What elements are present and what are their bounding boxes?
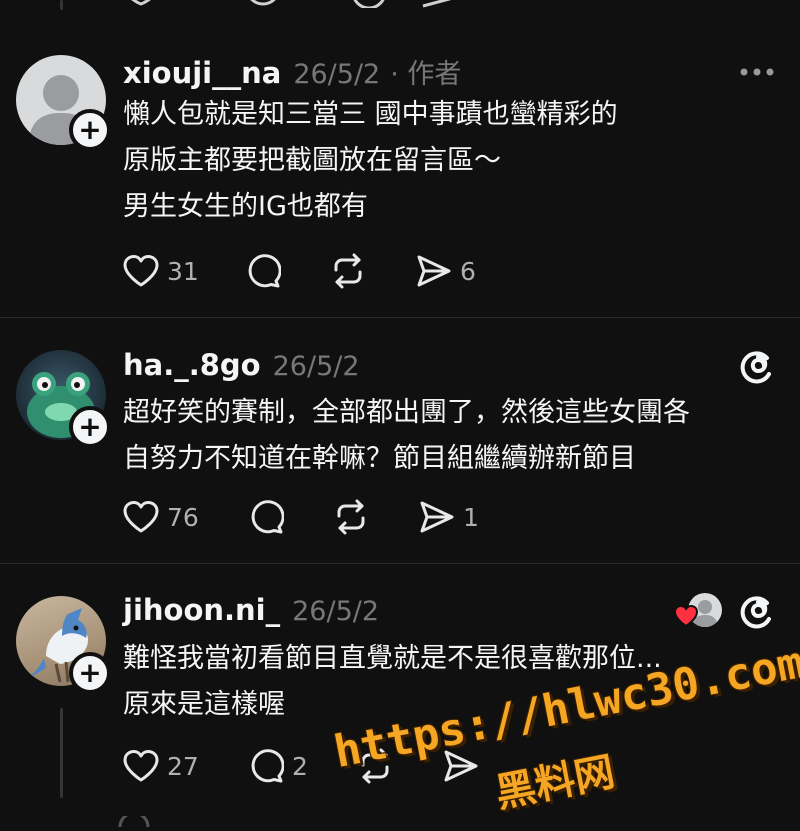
- comment-icon: [251, 500, 284, 534]
- comment-button[interactable]: [245, 251, 281, 291]
- comment-line: 懶人包就是知三當三 國中事蹟也蠻精彩的: [123, 99, 618, 130]
- repost-icon: [337, 499, 365, 535]
- thread-line-top: [60, 0, 63, 10]
- username[interactable]: jihoon.ni_: [123, 593, 280, 627]
- add-follow-icon[interactable]: +: [69, 652, 111, 694]
- comment-line: 原版主都要把截圖放在留言區～: [123, 145, 501, 176]
- comment-line: 超好笑的賽制，全部都出團了，然後這些女團各: [123, 397, 690, 428]
- reply-count: 2: [292, 751, 308, 781]
- repost-button[interactable]: [333, 497, 369, 537]
- share-count: 6: [460, 256, 476, 286]
- comment-text: 懶人包就是知三當三 國中事蹟也蠻精彩的 原版主都要把截圖放在留言區～ 男生女生的IG…: [123, 92, 618, 230]
- comment-button[interactable]: [248, 497, 284, 537]
- like-button[interactable]: 27: [123, 746, 199, 786]
- like-count: 31: [167, 256, 199, 286]
- threads-logo-icon[interactable]: [738, 592, 776, 634]
- comment-date: 26/5/2: [293, 59, 381, 90]
- comment-button[interactable]: 2: [248, 746, 308, 786]
- comment-header: ha._.8go 26/5/2: [123, 348, 360, 382]
- comment-icon: [251, 749, 284, 783]
- comment-header: xiouji__na 26/5/2 · 作者: [123, 52, 461, 91]
- divider: [0, 317, 800, 318]
- more-icon[interactable]: [740, 62, 774, 81]
- comment-line: 男生女生的IG也都有: [123, 191, 368, 222]
- thread-line: [60, 708, 63, 798]
- previous-post-actions-fragment: [123, 0, 483, 10]
- username[interactable]: ha._.8go: [123, 348, 261, 382]
- comment-date: 26/5/2: [292, 596, 380, 627]
- comment-line: 難怪我當初看節目直覺就是不是很喜歡那位...: [123, 643, 662, 674]
- author-badge: · 作者: [390, 59, 462, 90]
- liked-heart-icon: [673, 604, 699, 631]
- comment-line: 自努力不知道在幹嘛？節目組繼續辦新節目: [123, 443, 636, 474]
- heart-icon: [123, 750, 159, 782]
- like-button[interactable]: 31: [123, 251, 199, 291]
- username[interactable]: xiouji__na: [123, 56, 281, 90]
- share-icon: [420, 501, 454, 533]
- heart-icon: [123, 255, 159, 287]
- repost-button[interactable]: [330, 251, 366, 291]
- comment-date: 26/5/2: [272, 351, 360, 382]
- share-button[interactable]: 1: [419, 497, 479, 537]
- share-icon: [417, 255, 451, 287]
- comment-icon: [248, 254, 281, 288]
- add-follow-icon[interactable]: +: [69, 109, 111, 151]
- like-count: 76: [167, 502, 199, 532]
- like-count: 27: [167, 751, 199, 781]
- like-button[interactable]: 76: [123, 497, 199, 537]
- watermark-label: 黑料网: [491, 748, 619, 817]
- share-count: 1: [463, 502, 479, 532]
- add-follow-icon[interactable]: +: [69, 406, 111, 448]
- threads-logo-icon[interactable]: [738, 347, 776, 389]
- repost-icon: [334, 253, 362, 289]
- comment-header: jihoon.ni_ 26/5/2: [123, 593, 379, 627]
- comment-text: 超好笑的賽制，全部都出團了，然後這些女團各 自努力不知道在幹嘛？節目組繼續辦新節目: [123, 390, 690, 482]
- share-button[interactable]: 6: [416, 251, 476, 291]
- next-item-fragment: [0, 811, 800, 828]
- heart-icon: [123, 501, 159, 533]
- divider: [0, 563, 800, 564]
